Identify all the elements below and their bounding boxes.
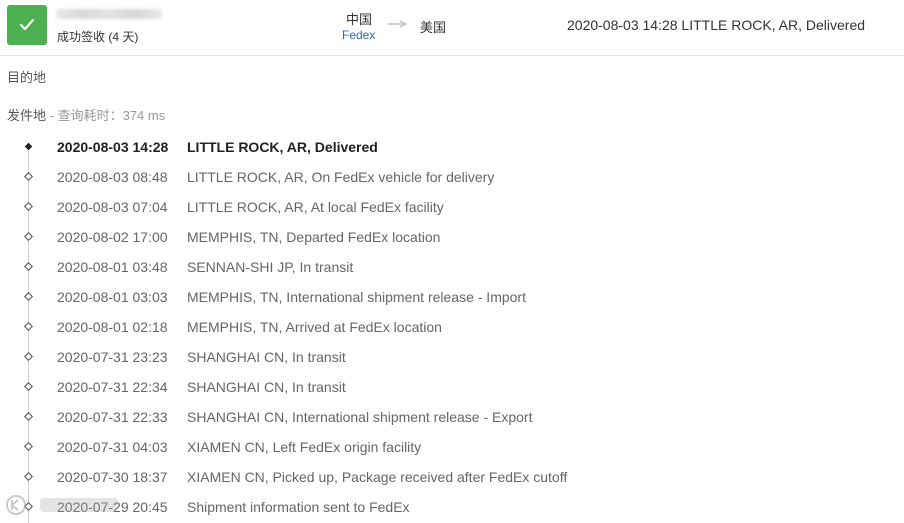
event-description: XIAMEN CN, Left FedEx origin facility [187,439,422,455]
event-description: LITTLE ROCK, AR, At local FedEx facility [187,199,444,215]
event-description: SENNAN-SHI JP, In transit [187,259,354,275]
tracking-result: 成功签收 (4 天) 中国 Fedex 美国 2020-08-03 14:28 … [0,0,904,523]
carrier-link[interactable]: Fedex [342,28,375,42]
diamond-outline-icon [24,322,33,331]
event-time: 2020-07-31 23:23 [57,349,168,365]
watermark-logo [6,495,118,515]
event-time: 2020-07-30 18:37 [57,469,168,485]
diamond-outline-icon [24,472,33,481]
arrow-right-icon [388,20,408,28]
delivery-status-text: 成功签收 (4 天) [57,30,139,44]
origin-country: 中国 [346,12,373,27]
event-time: 2020-07-31 22:34 [57,379,168,395]
separator: - [46,108,58,123]
event-time: 2020-08-02 17:00 [57,229,168,245]
event-description: LITTLE ROCK, AR, Delivered [187,139,378,155]
destination-country: 美国 [420,20,447,35]
timeline-event: 2020-07-31 22:33 SHANGHAI CN, Internation… [0,402,904,432]
tracking-header: 成功签收 (4 天) 中国 Fedex 美国 2020-08-03 14:28 … [0,0,904,56]
diamond-outline-icon [24,232,33,241]
diamond-outline-icon [24,412,33,421]
event-time: 2020-08-01 03:48 [57,259,168,275]
event-time: 2020-08-03 14:28 [57,139,169,155]
event-description: SHANGHAI CN, International shipment rele… [187,409,533,425]
event-time: 2020-07-31 22:33 [57,409,168,425]
event-time: 2020-07-31 04:03 [57,439,168,455]
diamond-filled-icon [24,142,33,151]
timeline-event: 2020-07-31 04:03 XIAMEN CN, Left FedEx or… [0,432,904,462]
event-description: MEMPHIS, TN, Arrived at FedEx location [187,319,442,335]
timeline-event: 2020-07-31 23:23 SHANGHAI CN, In transit [0,342,904,372]
diamond-outline-icon [24,262,33,271]
event-time: 2020-08-01 02:18 [57,319,168,335]
event-description: SHANGHAI CN, In transit [187,379,346,395]
timeline-event: 2020-08-02 17:00 MEMPHIS, TN, Departed Fe… [0,222,904,252]
query-time: 查询耗时：374 ms [57,108,166,123]
origin-section-label: 发件地 [7,108,47,123]
event-description: Shipment information sent to FedEx [187,499,410,515]
event-description: LITTLE ROCK, AR, On FedEx vehicle for de… [187,169,495,185]
diamond-outline-icon [24,352,33,361]
timeline-event: 2020-07-30 18:37 XIAMEN CN, Picked up, Pa… [0,462,904,492]
diamond-outline-icon [24,202,33,211]
timeline-event: 2020-08-01 03:03 MEMPHIS, TN, Internation… [0,282,904,312]
diamond-outline-icon [24,292,33,301]
event-description: MEMPHIS, TN, Departed FedEx location [187,229,441,245]
event-time: 2020-08-03 07:04 [57,199,168,215]
timeline-event: 2020-07-31 22:34 SHANGHAI CN, In transit [0,372,904,402]
diamond-outline-icon [24,172,33,181]
timeline-event: 2020-08-01 02:18 MEMPHIS, TN, Arrived at … [0,312,904,342]
checkmark-icon [19,18,35,31]
timeline-event: 2020-08-03 08:48 LITTLE ROCK, AR, On FedE… [0,162,904,192]
timeline-event: 2020-08-01 03:48 SENNAN-SHI JP, In transi… [0,252,904,282]
event-time: 2020-08-03 08:48 [57,169,168,185]
timeline-event: 2020-07-29 20:45Shipment information sen… [0,492,904,522]
destination-section-label[interactable]: 目的地 [7,67,46,86]
diamond-outline-icon [24,382,33,391]
event-description: SHANGHAI CN, In transit [187,349,346,365]
diamond-outline-icon [24,442,33,451]
event-description: XIAMEN CN, Picked up, Package received a… [187,469,568,485]
latest-event: 2020-08-03 14:28 LITTLE ROCK, AR, Delive… [567,17,866,33]
timeline-event: 2020-08-03 07:04 LITTLE ROCK, AR, At loca… [0,192,904,222]
status-badge [7,5,47,45]
event-time: 2020-08-01 03:03 [57,289,168,305]
tracking-number-redacted [56,9,162,19]
timeline-event: 2020-08-03 14:28 LITTLE ROCK, AR, Deliver… [0,132,904,162]
origin-section-row[interactable]: 发件地 - 查询耗时：374 ms [7,105,165,124]
event-description: MEMPHIS, TN, International shipment rele… [187,289,526,305]
